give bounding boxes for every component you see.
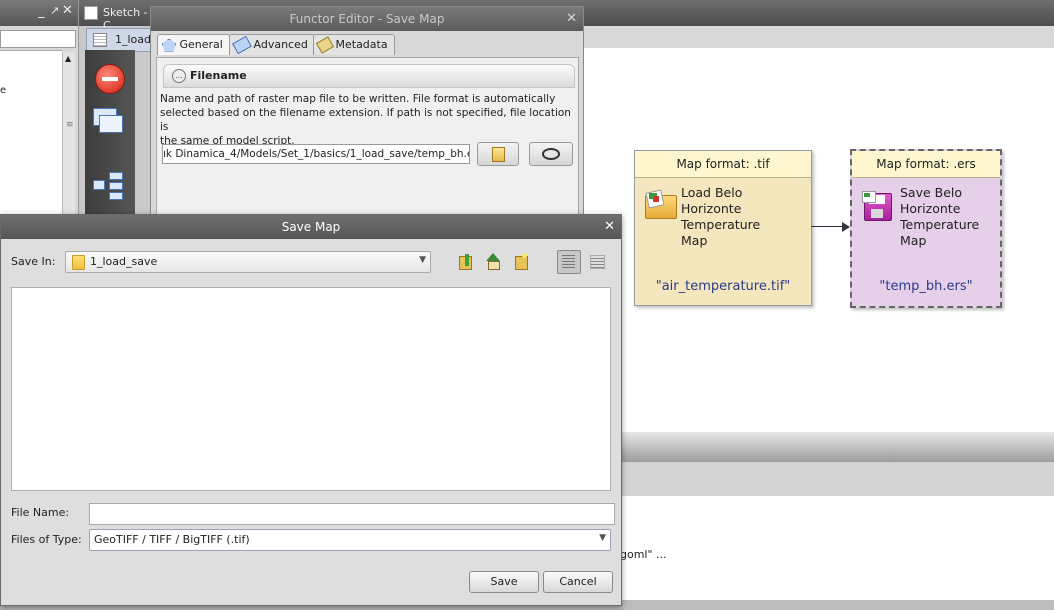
left-panel-list[interactable]: e	[0, 50, 62, 216]
list-view-button[interactable]	[557, 250, 581, 274]
functor-editor-content: … Filename Name and path of raster map f…	[156, 57, 579, 217]
description-line: Name and path of raster map file to be w…	[160, 93, 556, 105]
node-title-lines: Load Belo Horizonte Temperature Map	[681, 185, 760, 249]
file-name-input[interactable]	[89, 503, 615, 525]
file-name-label: File Name:	[11, 506, 70, 519]
filename-path-value: ık Dinamica_4/Models/Set_1/basics/1_load…	[163, 148, 470, 160]
detach-icon[interactable]: ↗	[50, 4, 59, 17]
browse-button[interactable]	[477, 142, 519, 166]
scroll-up-icon[interactable]: ▲	[65, 54, 71, 63]
save-map-node[interactable]: Map format: .ers Save Belo Horizonte Tem…	[850, 149, 1002, 308]
filename-group-title: Filename	[190, 69, 247, 82]
close-icon[interactable]: ✕	[566, 7, 577, 31]
left-panel-scrollbar[interactable]: ▲ ≡	[62, 52, 75, 215]
tool-strip	[85, 50, 135, 215]
up-folder-icon[interactable]	[457, 253, 473, 270]
node-title-line: Temperature	[681, 217, 761, 232]
functor-editor-title: Functor Editor - Save Map	[289, 12, 445, 26]
details-view-icon[interactable]	[589, 253, 605, 269]
close-icon[interactable]: ✕	[62, 3, 73, 18]
node-header: Map format: .tif	[635, 151, 811, 178]
node-title-line: Load Belo	[681, 185, 743, 200]
save-in-value: 1_load_save	[90, 255, 158, 268]
node-title-lines: Save Belo Horizonte Temperature Map	[900, 185, 979, 249]
node-title-line: Horizonte	[681, 201, 742, 216]
home-icon[interactable]	[484, 253, 502, 270]
tag-icon	[315, 36, 335, 54]
chevron-down-icon[interactable]: ▼	[599, 533, 606, 543]
save-in-select[interactable]: 1_load_save ▼	[65, 251, 431, 273]
cancel-button[interactable]: Cancel	[543, 571, 613, 593]
hierarchy-icon[interactable]	[93, 172, 125, 200]
lower-panel-toolbar	[580, 462, 1054, 497]
filename-description: Name and path of raster map file to be w…	[160, 92, 576, 148]
list-item-fragment: e	[0, 85, 7, 96]
tab-general[interactable]: General	[157, 34, 230, 55]
node-title-line: Horizonte	[900, 201, 961, 216]
scroll-grip-icon[interactable]: ≡	[66, 120, 74, 130]
description-line: selected based on the filename extension…	[160, 107, 571, 133]
node-value: "air_temperature.tif"	[655, 279, 791, 294]
node-title-line: Save Belo	[900, 185, 963, 200]
list-view-icon	[562, 255, 575, 268]
remove-icon[interactable]	[95, 64, 125, 94]
view-button[interactable]	[529, 142, 573, 166]
load-map-node[interactable]: Map format: .tif Load Belo Horizonte Tem…	[634, 150, 812, 306]
connector-line	[811, 226, 845, 227]
tab-metadata[interactable]: Metadata	[313, 34, 395, 55]
new-folder-icon[interactable]	[513, 253, 529, 270]
file-list[interactable]	[11, 287, 611, 491]
tab-label: General	[179, 38, 223, 51]
floppy-disk-icon	[862, 191, 892, 221]
node-title-line: Map	[681, 233, 708, 248]
files-of-type-label: Files of Type:	[11, 533, 82, 546]
save-map-dialog: Save Map ✕ Save In: 1_load_save ▼ File N…	[0, 214, 622, 606]
node-title-line: Temperature	[900, 217, 980, 232]
document-tab[interactable]: 1_load_	[86, 28, 158, 52]
functor-editor-window: Functor Editor - Save Map ✕ General Adva…	[150, 6, 584, 218]
filename-group-header: … Filename	[163, 64, 575, 88]
close-icon[interactable]: ✕	[604, 215, 615, 239]
console-line: goml" ...	[620, 548, 667, 561]
left-panel-field[interactable]	[0, 30, 76, 48]
panel-splitter[interactable]	[580, 432, 1054, 462]
console-output: goml" ...	[580, 496, 1054, 601]
tab-advanced[interactable]: Advanced	[229, 34, 315, 55]
node-title-line: Map	[900, 233, 927, 248]
file-icon	[491, 146, 505, 162]
save-map-title-bar: Save Map ✕	[1, 215, 621, 239]
minimize-icon[interactable]: _	[38, 4, 45, 19]
windows-icon[interactable]	[93, 108, 123, 133]
filename-path-input[interactable]: ık Dinamica_4/Models/Set_1/basics/1_load…	[162, 144, 470, 164]
save-map-title: Save Map	[281, 220, 341, 234]
pentagon-icon	[162, 38, 176, 52]
folder-icon	[645, 189, 677, 219]
model-canvas[interactable]: Map format: .tif Load Belo Horizonte Tem…	[580, 48, 1054, 432]
chevron-down-icon[interactable]: ▼	[419, 255, 426, 265]
functor-editor-title-bar: Functor Editor - Save Map ✕	[151, 7, 583, 31]
folder-icon	[72, 255, 85, 270]
left-panel-title-bar: _ ↗ ✕	[0, 0, 78, 26]
files-of-type-select[interactable]: GeoTIFF / TIFF / BigTIFF (.tif) ▼	[89, 529, 611, 551]
tab-label: Advanced	[253, 38, 308, 51]
canvas-header	[580, 26, 1054, 48]
node-value: "temp_bh.ers"	[879, 279, 973, 294]
wrench-icon	[232, 35, 252, 55]
ellipsis-icon: …	[172, 69, 186, 83]
files-of-type-value: GeoTIFF / TIFF / BigTIFF (.tif)	[94, 533, 250, 546]
grid-icon	[93, 33, 107, 47]
tab-label: Metadata	[335, 38, 388, 51]
window-icon	[84, 6, 98, 20]
eye-icon	[542, 148, 560, 160]
connector-arrow-icon	[842, 222, 850, 232]
sketch-window-title: Sketch - C	[80, 0, 152, 32]
save-button[interactable]: Save	[469, 571, 539, 593]
node-header: Map format: .ers	[852, 151, 1000, 178]
save-in-label: Save In:	[11, 255, 56, 268]
